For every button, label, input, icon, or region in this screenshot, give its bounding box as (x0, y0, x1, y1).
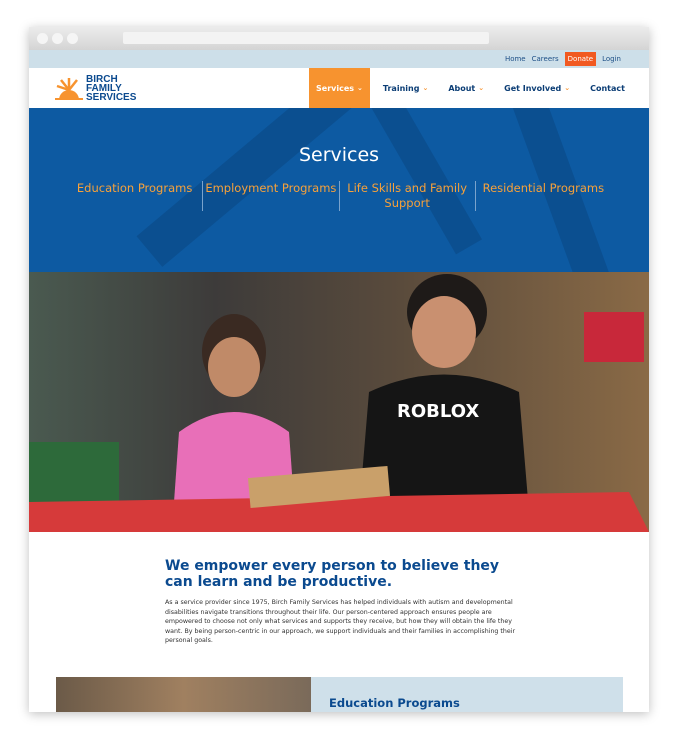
nav-label: About (448, 83, 476, 93)
tab-residential-programs[interactable]: Residential Programs (474, 181, 611, 211)
browser-chrome (29, 27, 649, 50)
address-bar[interactable] (123, 32, 489, 44)
tab-employment-programs[interactable]: Employment Programs (202, 181, 338, 211)
chevron-down-icon: ⌄ (422, 84, 429, 92)
intro-body: As a service provider since 1975, Birch … (165, 599, 516, 644)
nav-label: Training (382, 83, 420, 93)
hero-banner: Services Education Programs Employment P… (29, 108, 649, 272)
logo-line: SERVICES (86, 92, 137, 103)
donate-button[interactable]: Donate (564, 52, 597, 66)
nav-label: Services (316, 83, 355, 93)
util-careers[interactable]: Careers (532, 55, 559, 63)
nav-label: Get Involved (504, 83, 562, 93)
service-tabs: Education Programs Employment Programs L… (67, 181, 611, 211)
nav-contact[interactable]: Contact (583, 68, 632, 108)
main-nav: Services ⌄ Training ⌄ About ⌄ Get Involved ⌄… (309, 68, 638, 108)
utility-nav: Home Careers Donate Login (29, 50, 649, 68)
browser-window: Home Careers Donate Login BIRCH FAMILY S… (29, 27, 649, 712)
tab-education-programs[interactable]: Education Programs (67, 181, 202, 211)
program-card: Education Programs (56, 677, 623, 712)
window-dot[interactable] (52, 33, 63, 44)
nav-label: Contact (590, 83, 625, 93)
tab-life-skills[interactable]: Life Skills and Family Support (338, 181, 475, 211)
intro-section: We empower every person to believe they … (29, 532, 529, 646)
page-title: Services (298, 144, 380, 166)
nav-training[interactable]: Training ⌄ (376, 68, 435, 108)
chevron-down-icon: ⌄ (564, 84, 571, 92)
program-title[interactable]: Education Programs (311, 677, 623, 712)
chevron-down-icon: ⌄ (478, 84, 485, 92)
children-playing-puzzle-image: ROBLOX (29, 274, 649, 532)
hero-photo: ROBLOX (29, 272, 649, 532)
util-login[interactable]: Login (602, 55, 621, 63)
logo[interactable]: BIRCH FAMILY SERVICES (55, 75, 137, 103)
sun-logo-icon (55, 77, 83, 100)
nav-get-involved[interactable]: Get Involved ⌄ (497, 68, 577, 108)
nav-services[interactable]: Services ⌄ (309, 68, 370, 108)
intro-heading: We empower every person to believe they … (165, 558, 500, 590)
svg-text:ROBLOX: ROBLOX (397, 401, 479, 422)
window-dot[interactable] (67, 33, 78, 44)
chevron-down-icon: ⌄ (357, 84, 363, 92)
util-home[interactable]: Home (505, 55, 526, 63)
program-image (56, 677, 311, 712)
window-dot[interactable] (37, 33, 48, 44)
nav-about[interactable]: About ⌄ (441, 68, 491, 108)
main-header: BIRCH FAMILY SERVICES Services ⌄ Training… (29, 68, 649, 108)
